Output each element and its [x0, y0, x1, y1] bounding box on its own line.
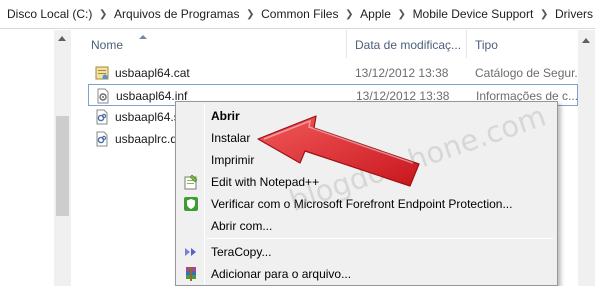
menu-item-imprimir[interactable]: Imprimir [178, 149, 555, 171]
breadcrumb-item-drivers[interactable]: Drivers [553, 7, 595, 21]
column-header-name[interactable]: Nome [83, 30, 346, 58]
scroll-up-arrow-icon[interactable] [58, 36, 66, 41]
column-header-date-modified[interactable]: Data de modificaç... [346, 30, 466, 58]
menu-item-label: Verificar com o Microsoft Forefront Endp… [211, 197, 513, 211]
file-date: 13/12/2012 13:38 [355, 66, 449, 80]
breadcrumb-item-mobile-device-support[interactable]: Mobile Device Support [411, 7, 536, 21]
column-headers: Nome Data de modificaç... Tipo [71, 30, 595, 58]
breadcrumb-item-common-files[interactable]: Common Files [259, 7, 340, 21]
context-menu: Abrir Instalar Imprimir Edit with Notepa… [175, 101, 558, 286]
file-name: usbaaplrc.dll [115, 132, 183, 146]
menu-item-adicionar-arquivo[interactable]: Adicionar para o arquivo... [178, 263, 555, 285]
forefront-shield-icon [184, 197, 198, 211]
notepad-plus-plus-icon [184, 174, 198, 190]
navigation-pane-scrollbar[interactable] [54, 30, 71, 286]
menu-item-instalar[interactable]: Instalar [178, 127, 555, 149]
breadcrumb-chevron-icon[interactable]: ❯ [393, 9, 411, 20]
breadcrumb-chevron-icon[interactable]: ❯ [241, 9, 259, 20]
menu-separator [206, 238, 553, 239]
system-file-icon [96, 109, 108, 125]
menu-item-teracopy[interactable]: TeraCopy... [178, 241, 555, 263]
menu-item-label: Abrir com... [211, 219, 273, 233]
system-file-icon [96, 131, 108, 147]
scrollbar-thumb[interactable] [56, 116, 69, 216]
breadcrumb-chevron-icon[interactable]: ❯ [535, 9, 553, 20]
menu-item-label: Adicionar para o arquivo... [211, 267, 352, 281]
menu-item-edit-with-notepad[interactable]: Edit with Notepad++ [178, 171, 555, 193]
menu-item-abrir[interactable]: Abrir [178, 105, 555, 127]
breadcrumb-chevron-icon[interactable]: ❯ [340, 9, 358, 20]
catalog-file-icon [95, 66, 109, 80]
menu-item-label: TeraCopy... [211, 245, 272, 259]
menu-item-verificar-forefront[interactable]: Verificar com o Microsoft Forefront Endp… [178, 193, 555, 215]
menu-item-label: Instalar [211, 131, 251, 145]
menu-item-label: Imprimir [211, 153, 255, 167]
breadcrumb-chevron-icon[interactable]: ❯ [94, 9, 112, 20]
sort-ascending-icon [139, 35, 147, 39]
file-list-scrollbar[interactable] [578, 30, 595, 286]
setup-info-file-icon [97, 88, 109, 104]
file-name: usbaapl64.cat [115, 66, 190, 80]
file-type: Catálogo de Segur... [475, 66, 578, 80]
breadcrumb: Disco Local (C:) ❯ Arquivos de Programas… [0, 0, 595, 29]
teracopy-icon [185, 248, 196, 256]
breadcrumb-item-disco-local[interactable]: Disco Local (C:) [5, 7, 94, 21]
menu-item-label: Edit with Notepad++ [211, 175, 320, 189]
file-row[interactable]: usbaapl64.cat 13/12/2012 13:38 Catálogo … [88, 62, 578, 84]
winrar-icon [186, 267, 196, 281]
menu-item-abrir-com[interactable]: Abrir com... [178, 215, 555, 237]
scroll-up-arrow-icon[interactable] [582, 38, 590, 43]
menu-item-label: Abrir [211, 109, 240, 123]
breadcrumb-item-apple[interactable]: Apple [358, 7, 393, 21]
breadcrumb-item-arquivos-de-programas[interactable]: Arquivos de Programas [112, 7, 241, 21]
column-header-type[interactable]: Tipo [466, 30, 595, 58]
